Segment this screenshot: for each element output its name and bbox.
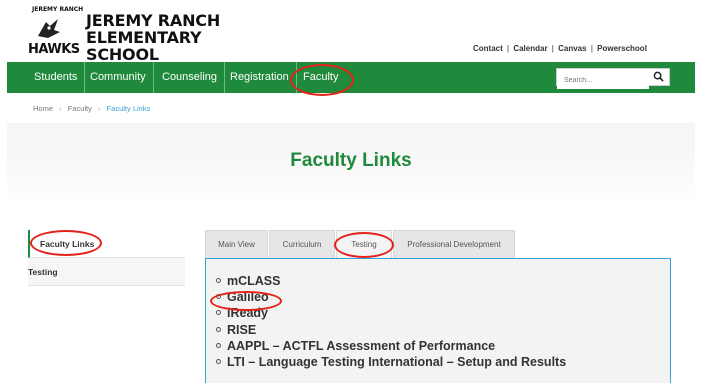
breadcrumb-current: Faculty Links <box>106 104 151 113</box>
bullet-icon <box>216 342 221 348</box>
nav-item-registration[interactable]: Registration <box>223 62 297 93</box>
nav-item-students[interactable]: Students <box>27 62 86 93</box>
util-sep: | <box>551 44 554 53</box>
breadcrumb: Home › Faculty › Faculty Links <box>33 104 150 113</box>
link-rise[interactable]: RISE <box>227 323 256 337</box>
search-input[interactable] <box>557 72 649 89</box>
nav-item-counseling[interactable]: Counseling <box>155 62 226 93</box>
tab-professional-development[interactable]: Professional Development <box>393 230 515 258</box>
chevron-right-icon: › <box>59 104 62 113</box>
util-link-canvas[interactable]: Canvas <box>558 44 586 53</box>
link-lti[interactable]: LTI – Language Testing International – S… <box>227 355 566 369</box>
tab-main-view[interactable]: Main View <box>205 230 268 258</box>
bullet-icon <box>216 359 221 365</box>
school-name-line2: ELEMENTARY SCHOOL <box>86 28 202 64</box>
list-item[interactable]: Galileo <box>216 289 566 305</box>
tab-testing[interactable]: Testing <box>336 230 392 258</box>
list-item[interactable]: RISE <box>216 322 566 338</box>
util-link-powerschool[interactable]: Powerschool <box>597 44 647 53</box>
nav-item-community[interactable]: Community <box>83 62 154 93</box>
school-name: JEREMY RANCH ELEMENTARY SCHOOL <box>86 12 238 63</box>
hawk-mascot-icon <box>38 19 60 38</box>
breadcrumb-faculty[interactable]: Faculty <box>68 104 92 113</box>
bullet-icon <box>216 294 221 300</box>
util-link-calendar[interactable]: Calendar <box>513 44 547 53</box>
util-sep: | <box>590 44 593 53</box>
link-galileo[interactable]: Galileo <box>227 290 269 304</box>
link-mclass[interactable]: mCLASS <box>227 274 280 288</box>
utility-links: Contact | Calendar | Canvas | Powerschoo… <box>473 44 647 53</box>
logo-arc-text: JEREMY RANCH <box>32 6 84 13</box>
search-box <box>556 68 670 89</box>
tab-panel: mCLASS Galileo iReady RISE AAPPL – ACTFL… <box>205 258 671 383</box>
list-item[interactable]: iReady <box>216 305 566 321</box>
util-sep: | <box>507 44 510 53</box>
sidebar: Faculty Links Testing <box>28 230 185 286</box>
list-item[interactable]: LTI – Language Testing International – S… <box>216 354 566 370</box>
list-item[interactable]: AAPPL – ACTFL Assessment of Performance <box>216 338 566 354</box>
bullet-icon <box>216 278 221 283</box>
sidebar-item-testing[interactable]: Testing <box>28 258 185 286</box>
search-icon[interactable] <box>653 71 664 82</box>
link-aappl[interactable]: AAPPL – ACTFL Assessment of Performance <box>227 339 495 353</box>
bullet-icon <box>216 326 221 332</box>
breadcrumb-home[interactable]: Home <box>33 104 53 113</box>
list-item[interactable]: mCLASS <box>216 273 566 289</box>
logo-hawks-text: HAWKS <box>28 42 80 57</box>
nav-item-faculty[interactable]: Faculty <box>296 62 345 93</box>
school-name-line1: JEREMY RANCH <box>86 11 221 30</box>
tab-curriculum[interactable]: Curriculum <box>269 230 335 258</box>
sidebar-item-faculty-links[interactable]: Faculty Links <box>28 230 185 258</box>
bullet-icon <box>216 310 221 316</box>
page-title: Faculty Links <box>290 150 412 171</box>
link-iready[interactable]: iReady <box>227 306 268 320</box>
chevron-right-icon: › <box>97 104 101 113</box>
testing-links-list: mCLASS Galileo iReady RISE AAPPL – ACTFL… <box>216 273 566 370</box>
util-link-contact[interactable]: Contact <box>473 44 503 53</box>
school-logo[interactable]: JEREMY RANCH JEREMY RANCH ELEMENTARY SCH… <box>28 6 238 63</box>
